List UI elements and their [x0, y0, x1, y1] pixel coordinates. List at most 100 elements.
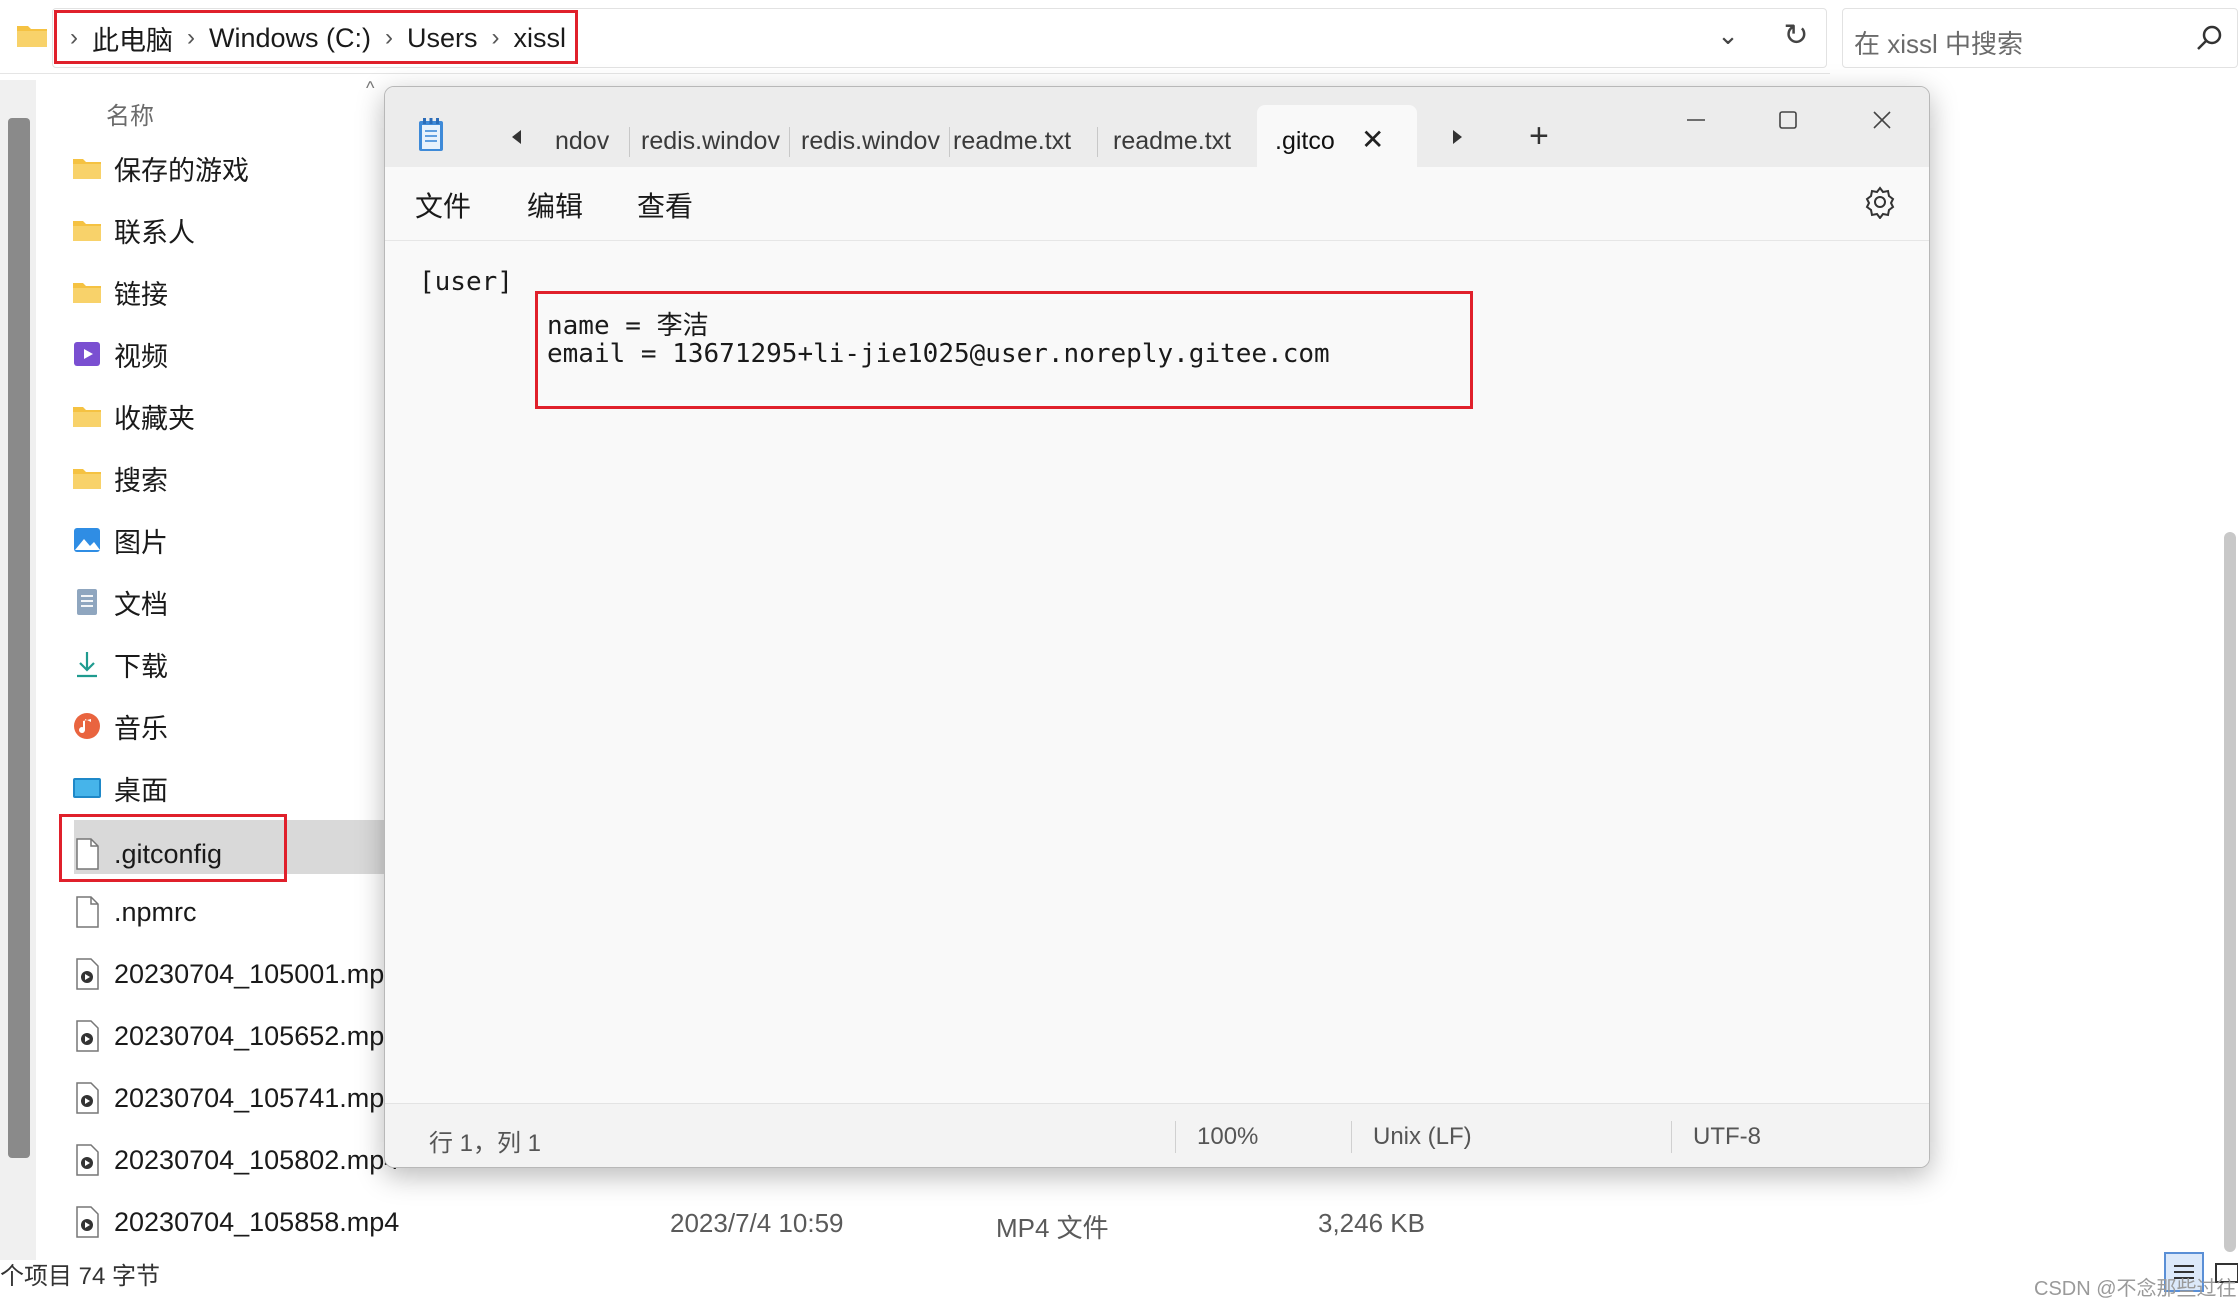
list-item-label: 下载	[114, 651, 168, 682]
list-item[interactable]: 下载	[70, 636, 168, 692]
notepad-menubar	[385, 167, 1929, 241]
list-item-label: 保存的游戏	[114, 155, 249, 186]
tab-4[interactable]: readme.txt	[953, 115, 1093, 167]
list-item[interactable]: 链接	[70, 264, 168, 320]
list-item-label: 20230704_105802.mp4	[114, 1144, 400, 1175]
gear-icon[interactable]	[1863, 185, 1897, 219]
pictures-folder-icon	[70, 523, 104, 557]
list-item-label: 文档	[114, 589, 168, 620]
row-date: 2023/7/4 10:59	[670, 1208, 844, 1238]
list-item[interactable]: 图片	[70, 512, 168, 568]
tab-5[interactable]: readme.txt	[1113, 115, 1253, 167]
download-folder-icon	[70, 647, 104, 681]
list-item[interactable]: 搜索	[70, 450, 168, 506]
list-item[interactable]: 20230704_105741.mp4	[70, 1070, 399, 1126]
list-item-label: .npmrc	[114, 896, 197, 927]
list-item-label: 收藏夹	[114, 403, 195, 434]
list-item-label: 音乐	[114, 713, 168, 744]
tab-divider	[949, 127, 950, 157]
video-file-icon	[70, 1019, 104, 1053]
gitconfig-highlight-box	[59, 814, 287, 882]
list-item[interactable]: 视频	[70, 326, 168, 382]
tab-divider	[789, 127, 790, 157]
list-item[interactable]: 20230704_105858.mp4	[70, 1194, 399, 1250]
sort-up-icon: ^	[366, 78, 375, 98]
status-item-count: 个项目 74 字节	[0, 1263, 161, 1290]
list-item-label: 桌面	[114, 775, 168, 806]
tab-divider	[629, 127, 630, 157]
tab-active-label[interactable]: .gitco	[1275, 115, 1355, 167]
status-line-ending[interactable]: Unix (LF)	[1373, 1123, 1472, 1151]
list-item-label: 20230704_105652.mp4	[114, 1020, 400, 1051]
folder-icon	[70, 151, 104, 185]
tab-2[interactable]: redis.windov	[641, 115, 785, 167]
list-item-label: 视频	[114, 341, 168, 372]
list-item-label: 链接	[114, 279, 168, 310]
tab-scroll-right-icon[interactable]	[1447, 127, 1467, 147]
tab-scroll-left-icon[interactable]	[507, 127, 527, 147]
documents-folder-icon	[70, 585, 104, 619]
list-item[interactable]: 音乐	[70, 698, 168, 754]
status-divider	[1671, 1121, 1672, 1153]
refresh-icon[interactable]: ↻	[1778, 18, 1814, 54]
menu-edit[interactable]: 编辑	[527, 185, 583, 225]
menu-view[interactable]: 查看	[637, 185, 693, 225]
chevron-down-icon[interactable]: ⌄	[1712, 20, 1744, 52]
file-icon	[70, 895, 104, 929]
list-item[interactable]: 文档	[70, 574, 168, 630]
maximize-icon[interactable]	[1773, 105, 1803, 135]
search-icon[interactable]	[2194, 22, 2226, 54]
video-file-icon	[70, 957, 104, 991]
list-item-label: 20230704_105741.mp4	[114, 1082, 400, 1113]
tab-close-icon[interactable]: ✕	[1361, 123, 1384, 156]
list-item[interactable]: 保存的游戏	[70, 140, 249, 196]
folder-icon	[70, 213, 104, 247]
tab-3[interactable]: redis.windov	[801, 115, 945, 167]
new-tab-icon[interactable]: +	[1529, 117, 1549, 156]
notepad-window: ndov redis.windov redis.windov readme.tx…	[384, 86, 1930, 1168]
status-divider	[1351, 1121, 1352, 1153]
desktop-folder-icon	[70, 771, 104, 805]
search-placeholder: 在 xissl 中搜索	[1854, 29, 2024, 59]
status-cursor-position: 行 1，列 1	[429, 1130, 542, 1157]
list-item-label: 搜索	[114, 465, 168, 496]
row-type: MP4 文件	[996, 1213, 1109, 1243]
list-item[interactable]: 联系人	[70, 202, 195, 258]
list-item-label: 20230704_105858.mp4	[114, 1206, 400, 1237]
close-icon[interactable]	[1867, 105, 1897, 135]
status-divider	[1175, 1121, 1176, 1153]
code-highlight-box	[535, 291, 1473, 409]
column-header-name[interactable]: 名称	[106, 96, 154, 131]
list-item[interactable]: 桌面	[70, 760, 168, 816]
list-item-label: 图片	[114, 527, 168, 558]
tab-divider	[1097, 127, 1098, 157]
list-item-label: 联系人	[114, 217, 195, 248]
content-scrollbar[interactable]	[2224, 532, 2236, 1252]
video-file-icon	[70, 1205, 104, 1239]
list-item[interactable]: .npmrc	[70, 884, 197, 940]
notepad-app-icon	[419, 118, 443, 151]
folder-icon	[70, 461, 104, 495]
video-folder-icon	[70, 337, 104, 371]
watermark: CSDN @不念那些过往	[2034, 1278, 2237, 1300]
list-item[interactable]: 20230704_105652.mp4	[70, 1008, 399, 1064]
breadcrumb-highlight-box	[54, 10, 578, 64]
video-file-icon	[70, 1143, 104, 1177]
folder-icon	[17, 26, 47, 47]
list-item-label: 20230704_105001.mp4	[114, 958, 400, 989]
minimize-icon[interactable]	[1681, 105, 1711, 135]
row-size: 3,246 KB	[1318, 1208, 1425, 1238]
status-encoding[interactable]: UTF-8	[1693, 1123, 1761, 1151]
menu-file[interactable]: 文件	[415, 185, 471, 225]
list-item[interactable]: 收藏夹	[70, 388, 195, 444]
nav-scrollbar[interactable]	[8, 118, 30, 1158]
list-item[interactable]: 20230704_105802.mp4	[70, 1132, 399, 1188]
music-folder-icon	[70, 709, 104, 743]
folder-icon	[70, 275, 104, 309]
list-item[interactable]: 20230704_105001.mp4	[70, 946, 399, 1002]
video-file-icon	[70, 1081, 104, 1115]
code-line-1: [user]	[419, 267, 513, 297]
status-zoom[interactable]: 100%	[1197, 1123, 1258, 1151]
folder-icon	[70, 399, 104, 433]
tab-1[interactable]: ndov	[555, 115, 627, 167]
